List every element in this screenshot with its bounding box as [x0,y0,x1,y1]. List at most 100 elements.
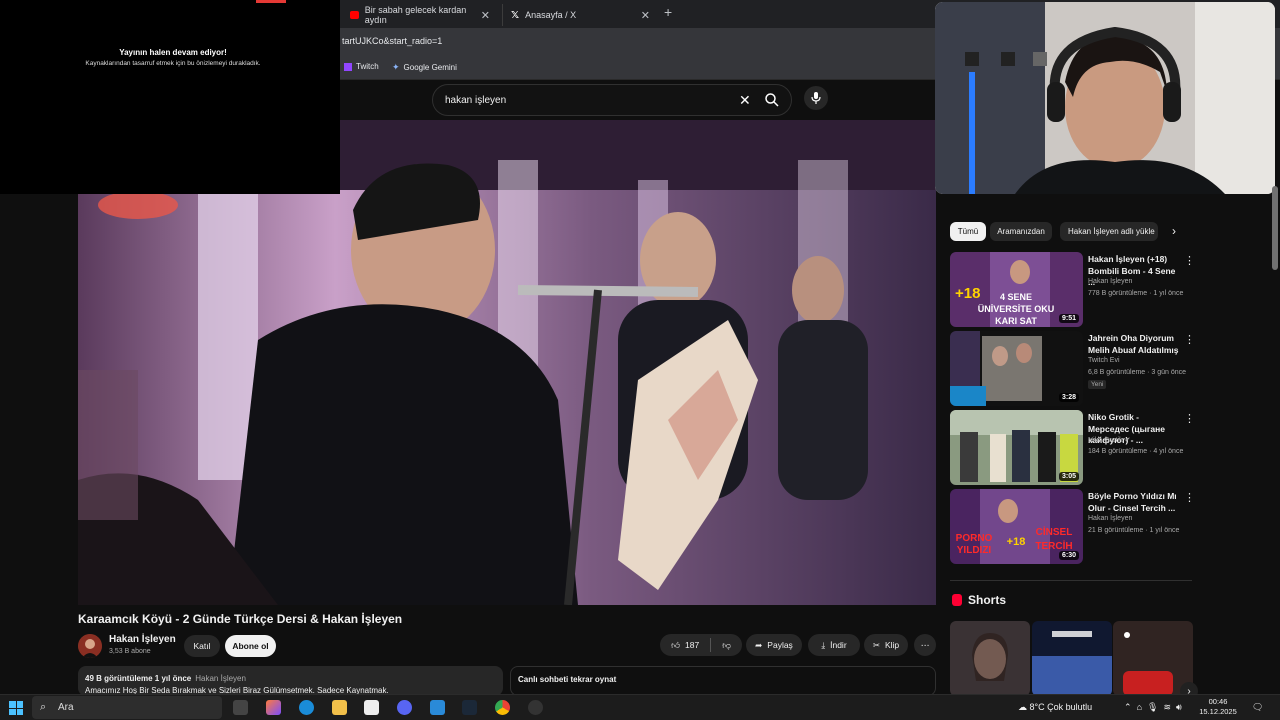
youtube-icon [350,11,359,19]
taskbar-search[interactable]: ⌕ Ara [32,696,222,719]
channel-name[interactable]: Niko Grotik ✔ [1088,436,1130,444]
search-icon[interactable] [763,91,781,109]
clear-search-icon[interactable]: ✕ [739,92,751,109]
dislike-icon[interactable]: 👎︎ [722,640,731,651]
video-duration: 9:51 [1058,314,1079,323]
chevron-right-icon[interactable]: › [1172,224,1176,238]
volume-icon[interactable]: 🔊︎ [1176,702,1182,712]
windows-start-icon[interactable] [9,701,23,715]
clock-date: 15.12.2025 [1199,707,1237,716]
microphone-icon [811,92,821,104]
live-indicator [256,0,286,3]
channel-name[interactable]: Hakan İşleyen [1088,515,1132,522]
more-vert-icon[interactable]: ⋮ [1184,333,1195,346]
download-label: İndir [830,640,847,650]
thumb-text-right: CİNSEL [1036,525,1073,538]
voice-search-button[interactable] [804,86,828,110]
task-view-icon[interactable] [233,700,248,715]
description-box[interactable]: 49 B görüntüleme 1 yıl önce Hakan İşleyen… [78,666,503,696]
more-vert-icon[interactable]: ⋮ [1184,491,1195,504]
join-button[interactable]: Katıl [184,635,220,657]
mail-icon[interactable] [430,700,445,715]
webcam-image [935,2,1275,194]
chip-channel-uploads[interactable]: Hakan İşleyen adlı yükle [1060,222,1158,241]
join-label: Katıl [193,641,211,651]
video-thumbnail[interactable]: +18 4 SENE ÜNİVERSİTE OKU KARI SAT 9:51 [950,252,1083,327]
channel-name[interactable]: Twitch Evi [1088,357,1120,364]
video-meta: 21 B görüntüleme · 1 yıl önce [1088,527,1180,534]
share-label: Paylaş [767,640,793,650]
copilot-icon[interactable] [266,700,281,715]
close-tab-icon[interactable]: ✕ [641,9,650,22]
short-thumbnail[interactable] [950,621,1030,696]
notifications-icon[interactable]: 🗨︎ [1252,702,1263,713]
file-explorer-icon[interactable] [332,700,347,715]
tab-x[interactable]: 𝕏 Anasayfa / X ✕ [502,4,658,26]
clock[interactable]: 00:46 15.12.2025 [1196,697,1240,717]
channel-avatar[interactable] [78,634,102,658]
video-duration: 6:30 [1058,551,1079,560]
bookmark-gemini[interactable]: ✦ Google Gemini [392,62,457,73]
description-tag[interactable]: Hakan İşleyen [195,674,246,683]
video-duration: 3:28 [1058,393,1079,402]
download-button[interactable]: ⤓ İndir [808,634,860,656]
tab-label: Bir sabah gelecek kardan aydın [364,5,467,25]
like-count[interactable]: 187 [685,640,699,650]
chat-replay-label: Canlı sohbeti tekrar oynat [518,675,617,684]
chip-from-search[interactable]: Aramanızdan [990,222,1052,241]
discord-icon[interactable] [397,700,412,715]
chat-replay-button[interactable]: Canlı sohbeti tekrar oynat [510,666,936,696]
close-tab-icon[interactable]: ✕ [481,9,490,22]
channel-name[interactable]: Hakan İşleyen [1088,278,1132,285]
video-title[interactable]: Böyle Porno Yıldızı Mı Olur - Cinsel Ter… [1088,491,1180,514]
video-thumbnail[interactable]: 3:28 [950,331,1083,406]
search-icon: ⌕ [40,701,47,713]
more-vert-icon[interactable]: ⋮ [1184,254,1195,267]
channel-name[interactable]: Hakan İşleyen [109,634,176,645]
video-title[interactable]: Jahrein Oha Diyorum Melih Abuaf Aldatılm… [1088,333,1180,356]
thumb-text-1: 4 SENE [1000,292,1032,302]
bookmark-twitch[interactable]: Twitch [344,62,379,71]
video-meta: 184 B görüntüleme · 4 yıl önce [1088,448,1184,455]
related-video[interactable]: PORNO YILDIZI +18 CİNSEL TERCİH 6:30 Böy… [950,489,1195,565]
short-thumbnail[interactable] [1032,621,1112,696]
system-tray[interactable]: ⌃ ⌂ 🎙︎ ≋ 🔊︎ [1124,702,1182,713]
microphone-icon[interactable]: 🎙︎ [1147,702,1158,712]
weather-widget[interactable]: ☁ 8°C Çok bulutlu [1018,702,1092,713]
related-video[interactable]: +18 4 SENE ÜNİVERSİTE OKU KARI SAT 9:51 … [950,252,1195,328]
chevron-up-icon[interactable]: ⌃ [1124,702,1132,712]
like-icon[interactable]: 👍︎ [671,640,680,651]
chip-all[interactable]: Tümü [950,222,986,241]
like-dislike-group[interactable]: 👍︎ 187 👎︎ [660,634,742,656]
clip-button[interactable]: ✂ Klip [864,634,908,656]
subscribe-button[interactable]: Abone ol [225,635,276,657]
more-vert-icon[interactable]: ⋮ [1184,412,1195,425]
overlay-subtitle: Kaynaklarından tasarruf etmek için bu ön… [85,60,261,67]
chrome-icon[interactable] [495,700,510,715]
steam-icon[interactable] [462,700,477,715]
wifi-icon[interactable]: ≋ [1163,702,1171,712]
obs-icon[interactable] [528,700,543,715]
subscriber-count: 3,53 B abone [109,648,151,655]
search-box[interactable]: hakan işleyen ✕ [432,84,792,116]
edge-icon[interactable] [299,700,314,715]
bookmark-label: Twitch [356,62,379,71]
related-video[interactable]: 3:28 Jahrein Oha Diyorum Melih Abuaf Ald… [950,331,1195,407]
avatar-image [78,634,102,658]
share-button[interactable]: ➦ Paylaş [746,634,802,656]
search-input[interactable]: hakan işleyen [445,95,506,106]
more-icon: ⋯ [920,639,930,650]
related-video[interactable]: 3:05 Niko Grotik - Мерседес (цыгане кайф… [950,410,1195,486]
store-icon[interactable] [364,700,379,715]
new-tab-button[interactable]: + [664,4,672,20]
video-thumbnail[interactable]: 3:05 [950,410,1083,485]
views-time: 49 B görüntüleme 1 yıl önce [85,674,192,683]
tab-youtube[interactable]: Bir sabah gelecek kardan aydın ✕ [342,4,498,26]
network-icon[interactable]: ⌂ [1137,702,1142,712]
overlay-title: Yayının halen devam ediyor! [119,48,227,57]
weather-text: 8°C Çok bulutlu [1029,702,1093,712]
page-scrollbar[interactable] [1272,186,1278,270]
video-thumbnail[interactable]: PORNO YILDIZI +18 CİNSEL TERCİH 6:30 [950,489,1083,564]
more-actions-button[interactable]: ⋯ [914,634,936,656]
url-text[interactable]: tartUJKCo&start_radio=1 [342,36,442,46]
